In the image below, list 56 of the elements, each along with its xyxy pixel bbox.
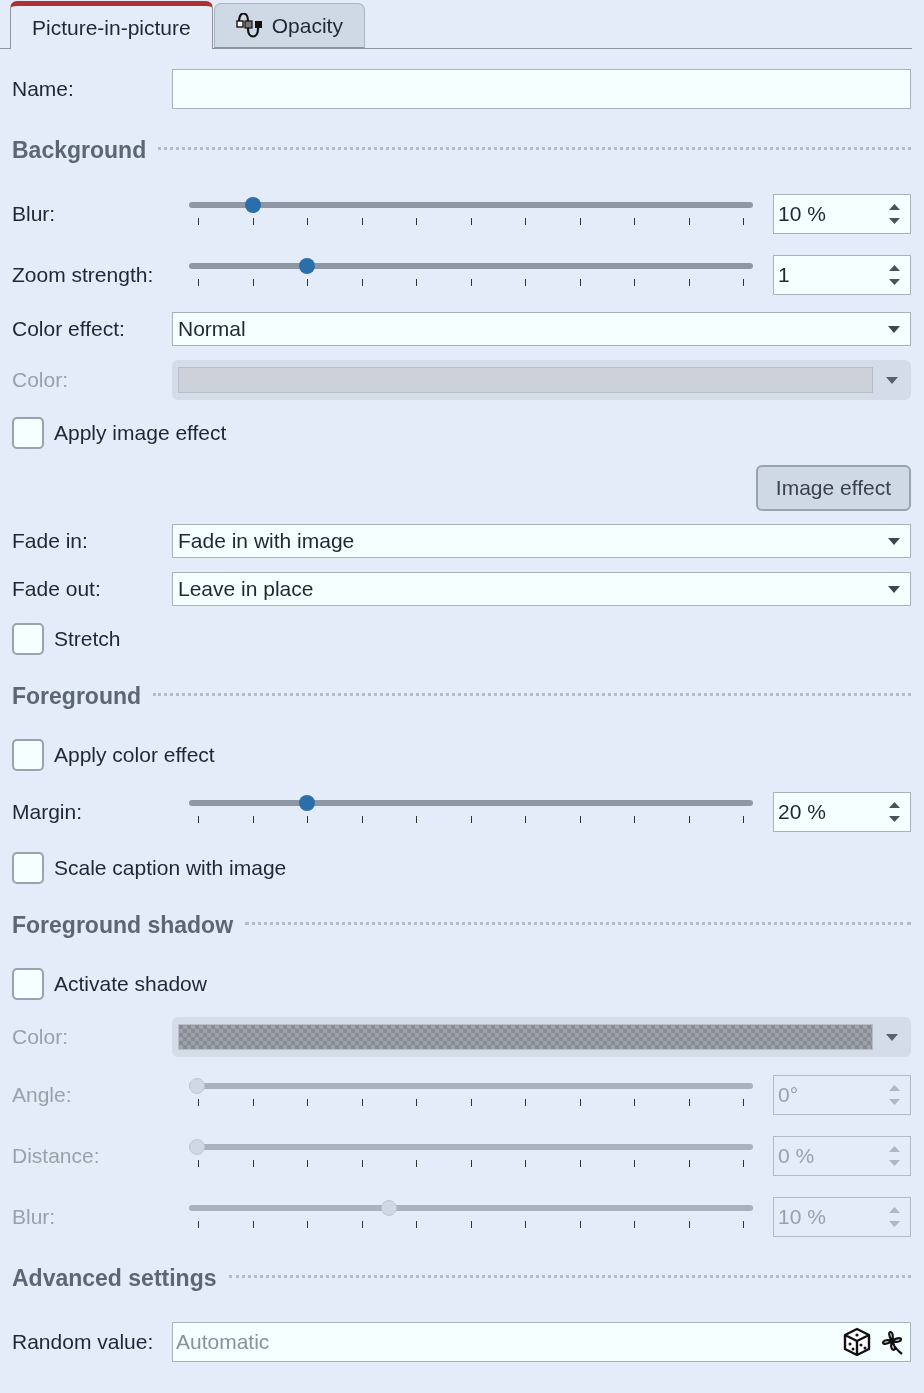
dice-icon[interactable]	[842, 1327, 872, 1357]
spin-box[interactable]: 10 %	[773, 193, 911, 234]
dropdown[interactable]: Fade in with image	[172, 524, 911, 558]
field-label: Fade out:	[12, 576, 102, 603]
field-label: Random value:	[12, 1329, 155, 1356]
field-label: Blur:	[12, 1203, 57, 1230]
field-label: Margin:	[12, 798, 84, 825]
input-field[interactable]: Automatic	[172, 1322, 911, 1362]
input-field[interactable]	[172, 69, 911, 109]
down-arrow-icon[interactable]	[889, 217, 900, 224]
caret-icon	[888, 585, 900, 593]
caret-icon	[888, 325, 900, 333]
spin-box[interactable]: 1	[773, 254, 911, 295]
checkbox[interactable]	[12, 968, 44, 1000]
slider[interactable]	[189, 1198, 753, 1217]
checkbox-label: Scale caption with image	[54, 855, 287, 882]
field-label: Color effect:	[12, 316, 126, 343]
image-effect-button[interactable]: Image effect	[755, 465, 911, 511]
checkbox[interactable]	[12, 739, 44, 771]
slider[interactable]	[189, 1137, 753, 1156]
caret-icon	[886, 376, 898, 384]
dropdown[interactable]: Leave in place	[172, 572, 911, 606]
field-label: Fade in:	[12, 528, 89, 555]
slider[interactable]	[189, 256, 753, 275]
field-label: Angle:	[12, 1081, 73, 1108]
up-arrow-icon[interactable]	[889, 801, 900, 808]
checkbox[interactable]	[12, 852, 44, 884]
down-arrow-icon[interactable]	[889, 278, 900, 285]
checkbox-label: Stretch	[54, 626, 121, 653]
field-label: Distance:	[12, 1142, 101, 1169]
field-label: Color:	[12, 1024, 70, 1051]
caret-icon	[886, 1033, 898, 1041]
checkbox[interactable]	[12, 417, 44, 449]
spin-box[interactable]: 20 %	[773, 791, 911, 832]
tab[interactable]: Opacity	[213, 3, 365, 48]
up-arrow-icon[interactable]	[889, 264, 900, 271]
checkbox-label: Apply image effect	[54, 420, 227, 447]
section-heading: Advanced settings	[12, 1264, 217, 1293]
checkbox-label: Apply color effect	[54, 742, 215, 769]
slider[interactable]	[189, 793, 753, 812]
slider[interactable]	[189, 195, 753, 214]
checkbox-label: Activate shadow	[54, 971, 207, 998]
dropdown[interactable]: Normal	[172, 312, 911, 346]
section-heading: Background	[12, 136, 147, 165]
tab[interactable]: Picture-in-picture	[10, 1, 213, 49]
field-label: Name:	[12, 76, 75, 103]
field-label: Blur:	[12, 200, 57, 227]
up-arrow-icon[interactable]	[889, 203, 900, 210]
section-heading: Foreground shadow	[12, 911, 234, 940]
down-arrow-icon[interactable]	[889, 815, 900, 822]
field-label: Color:	[12, 367, 70, 394]
slider[interactable]	[189, 1076, 753, 1095]
checkbox[interactable]	[12, 623, 44, 655]
caret-icon	[888, 537, 900, 545]
field-label: Zoom strength:	[12, 261, 155, 288]
section-heading: Foreground	[12, 682, 142, 711]
